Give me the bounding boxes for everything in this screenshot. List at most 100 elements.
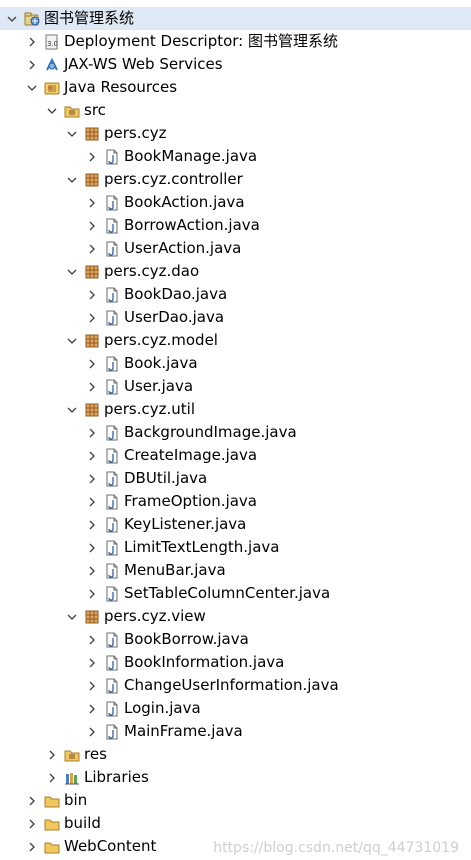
folder-icon [44, 793, 60, 809]
java-file-icon [104, 724, 120, 740]
tree-node[interactable]: BookBorrow.java [0, 628, 471, 651]
tree-node[interactable]: pers.cyz.model [0, 329, 471, 352]
tree-node-label: pers.cyz [104, 124, 167, 142]
tree-node[interactable]: MainFrame.java [0, 720, 471, 743]
tree-node[interactable]: src [0, 99, 471, 122]
chevron-right-icon[interactable] [86, 145, 98, 168]
tree-node[interactable]: pers.cyz.dao [0, 260, 471, 283]
java-file-icon [104, 149, 120, 165]
chevron-right-icon[interactable] [86, 720, 98, 743]
tree-node[interactable]: pers.cyz.controller [0, 168, 471, 191]
chevron-down-icon[interactable] [66, 122, 78, 145]
tree-node-label: CreateImage.java [124, 446, 258, 464]
tree-node[interactable]: build [0, 812, 471, 835]
java-file-icon [104, 448, 120, 464]
tree-node[interactable]: BackgroundImage.java [0, 421, 471, 444]
chevron-right-icon[interactable] [86, 674, 98, 697]
tree-node-label: pers.cyz.controller [104, 170, 243, 188]
chevron-right-icon[interactable] [86, 582, 98, 605]
chevron-down-icon[interactable] [66, 605, 78, 628]
tree-node[interactable]: 3.0 Deployment Descriptor: 图书管理系统 [0, 30, 471, 53]
chevron-right-icon[interactable] [86, 191, 98, 214]
tree-node-label: BookAction.java [124, 193, 245, 211]
chevron-down-icon[interactable] [46, 99, 58, 122]
tree-node[interactable]: DBUtil.java [0, 467, 471, 490]
chevron-right-icon[interactable] [86, 536, 98, 559]
tree-node[interactable]: JAX-WS Web Services [0, 53, 471, 76]
java-file-icon [104, 195, 120, 211]
chevron-down-icon[interactable] [66, 260, 78, 283]
chevron-down-icon[interactable] [6, 7, 18, 30]
tree-node[interactable]: BorrowAction.java [0, 214, 471, 237]
chevron-right-icon[interactable] [86, 421, 98, 444]
tree-node[interactable]: Book.java [0, 352, 471, 375]
tree-node[interactable]: ChangeUserInformation.java [0, 674, 471, 697]
chevron-right-icon[interactable] [26, 53, 38, 76]
tree-node[interactable]: CreateImage.java [0, 444, 471, 467]
java-file-icon [104, 678, 120, 694]
tree-node-label: BookBorrow.java [124, 630, 249, 648]
chevron-right-icon[interactable] [86, 490, 98, 513]
chevron-right-icon[interactable] [86, 375, 98, 398]
java-file-icon [104, 287, 120, 303]
tree-node[interactable]: FrameOption.java [0, 490, 471, 513]
chevron-down-icon[interactable] [66, 398, 78, 421]
tree-node[interactable]: BookAction.java [0, 191, 471, 214]
chevron-right-icon[interactable] [26, 835, 38, 858]
tree-node[interactable]: pers.cyz.view [0, 605, 471, 628]
tree-node-label: SetTableColumnCenter.java [124, 584, 331, 602]
tree-node-label: MainFrame.java [124, 722, 243, 740]
chevron-right-icon[interactable] [86, 444, 98, 467]
chevron-right-icon[interactable] [46, 766, 58, 789]
tree-node[interactable]: BookManage.java [0, 145, 471, 168]
package-icon [84, 172, 100, 188]
chevron-right-icon[interactable] [86, 559, 98, 582]
tree-node[interactable]: UserDao.java [0, 306, 471, 329]
tree-node[interactable]: Login.java [0, 697, 471, 720]
chevron-right-icon[interactable] [86, 306, 98, 329]
package-icon [84, 609, 100, 625]
tree-node[interactable]: BookDao.java [0, 283, 471, 306]
tree-node-label: pers.cyz.view [104, 607, 206, 625]
tree-node[interactable]: Libraries [0, 766, 471, 789]
tree-node[interactable]: UserAction.java [0, 237, 471, 260]
chevron-right-icon[interactable] [26, 789, 38, 812]
chevron-down-icon[interactable] [66, 168, 78, 191]
tree-node[interactable]: BookInformation.java [0, 651, 471, 674]
chevron-right-icon[interactable] [86, 467, 98, 490]
tree-node[interactable]: SetTableColumnCenter.java [0, 582, 471, 605]
java-file-icon [104, 379, 120, 395]
tree-node-label: UserAction.java [124, 239, 242, 257]
web-services-icon [44, 57, 60, 73]
tree-node[interactable]: User.java [0, 375, 471, 398]
chevron-right-icon[interactable] [86, 237, 98, 260]
chevron-right-icon[interactable] [86, 697, 98, 720]
chevron-right-icon[interactable] [86, 352, 98, 375]
chevron-right-icon[interactable] [86, 628, 98, 651]
tree-node[interactable]: LimitTextLength.java [0, 536, 471, 559]
tree-node[interactable]: pers.cyz [0, 122, 471, 145]
java-resources-icon [44, 80, 60, 96]
chevron-right-icon[interactable] [86, 214, 98, 237]
java-file-icon [104, 425, 120, 441]
tree-node[interactable]: bin [0, 789, 471, 812]
chevron-down-icon[interactable] [26, 76, 38, 99]
chevron-right-icon[interactable] [26, 812, 38, 835]
tree-node-label: BookInformation.java [124, 653, 285, 671]
tree-node[interactable]: res [0, 743, 471, 766]
tree-node-label: WebContent [64, 837, 157, 855]
chevron-right-icon[interactable] [86, 513, 98, 536]
tree-node[interactable]: KeyListener.java [0, 513, 471, 536]
tree-node[interactable]: 图书管理系统 [0, 7, 471, 30]
tree-node[interactable]: MenuBar.java [0, 559, 471, 582]
chevron-down-icon[interactable] [66, 329, 78, 352]
tree-node-label: Java Resources [64, 78, 178, 96]
tree-node-label: build [64, 814, 101, 832]
chevron-right-icon[interactable] [86, 283, 98, 306]
folder-icon [44, 839, 60, 855]
chevron-right-icon[interactable] [26, 30, 38, 53]
tree-node[interactable]: pers.cyz.util [0, 398, 471, 421]
chevron-right-icon[interactable] [86, 651, 98, 674]
chevron-right-icon[interactable] [46, 743, 58, 766]
tree-node[interactable]: Java Resources [0, 76, 471, 99]
